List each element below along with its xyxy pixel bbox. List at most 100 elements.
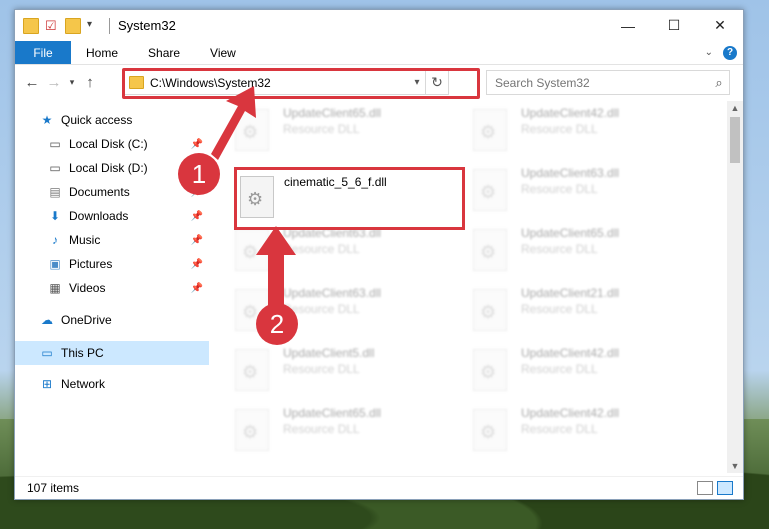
file-item[interactable]: UpdateClient42.dll Resource DLL: [453, 401, 673, 457]
pictures-icon: ▣: [49, 257, 61, 271]
file-type: Resource DLL: [283, 122, 360, 136]
nav-this-pc[interactable]: ▭ This PC: [15, 341, 209, 365]
nav-label: Network: [61, 377, 106, 391]
tab-view[interactable]: View: [195, 46, 251, 60]
pin-icon[interactable]: 📌: [191, 211, 203, 222]
drive-icon: ▭: [49, 137, 61, 151]
nav-quick-access[interactable]: ★ Quick access: [39, 110, 133, 130]
file-name: UpdateClient65.dll: [283, 106, 382, 120]
back-arrow-icon[interactable]: ←: [21, 74, 43, 91]
nav-pictures[interactable]: ▣ Pictures 📌: [47, 254, 207, 274]
file-name: UpdateClient5.dll: [283, 346, 375, 360]
music-icon: ♪: [52, 233, 58, 247]
minimize-button[interactable]: —: [605, 10, 651, 41]
window-controls: — ☐ ✕: [605, 10, 743, 41]
file-name: UpdateClient42.dll: [521, 106, 620, 120]
star-icon: ★: [41, 113, 53, 127]
search-input[interactable]: [487, 74, 709, 91]
up-arrow-icon[interactable]: ↑: [79, 74, 101, 91]
help-icon[interactable]: ?: [723, 45, 737, 60]
folder-icon: [23, 17, 39, 34]
recent-locations-icon[interactable]: ▾: [65, 77, 79, 88]
dll-file-icon: [235, 229, 269, 271]
large-icons-view-icon[interactable]: [717, 481, 733, 495]
file-name: UpdateClient42.dll: [521, 406, 620, 420]
file-item[interactable]: UpdateClient42.dll Resource DLL: [453, 341, 673, 397]
forward-arrow-icon[interactable]: →: [43, 74, 65, 91]
nav-downloads[interactable]: ⬇ Downloads 📌: [47, 206, 207, 226]
search-icon: ⌕: [715, 74, 723, 90]
file-type: Resource DLL: [283, 242, 360, 256]
tab-share[interactable]: Share: [133, 46, 195, 60]
file-item[interactable]: UpdateClient63.dll Resource DLL: [453, 161, 673, 217]
file-highlight-box: [234, 167, 465, 230]
address-highlight-box: [122, 68, 480, 99]
dll-file-icon: [473, 289, 507, 331]
nav-label: This PC: [61, 346, 104, 360]
file-type: Resource DLL: [283, 422, 360, 436]
nav-label: Quick access: [61, 113, 133, 127]
nav-network[interactable]: ⊞ Network: [39, 374, 105, 394]
properties-icon[interactable]: ☑: [45, 18, 59, 33]
status-bar: 107 items: [15, 476, 743, 499]
dll-file-icon: [235, 109, 269, 151]
file-name: UpdateClient65.dll: [283, 406, 382, 420]
maximize-button[interactable]: ☐: [651, 10, 697, 41]
customize-toolbar-icon[interactable]: ▾: [87, 19, 101, 33]
drive-icon: ▭: [49, 161, 61, 175]
dll-file-icon: [473, 349, 507, 391]
pin-icon[interactable]: 📌: [191, 139, 203, 150]
scroll-up-icon[interactable]: ▲: [727, 103, 743, 113]
pin-icon[interactable]: 📌: [191, 283, 203, 294]
file-item[interactable]: UpdateClient65.dll Resource DLL: [215, 401, 435, 457]
download-icon: ⬇: [49, 209, 61, 223]
nav-label: Pictures: [69, 257, 113, 271]
file-name: UpdateClient65.dll: [521, 226, 620, 240]
nav-videos[interactable]: ▦ Videos 📌: [47, 278, 207, 298]
tab-file[interactable]: File: [15, 41, 71, 64]
ribbon-tabs: File Home Share View ⌄ ?: [15, 41, 743, 65]
file-type: Resource DLL: [521, 182, 598, 196]
videos-icon: ▦: [49, 281, 61, 295]
expand-ribbon-icon[interactable]: ⌄: [705, 47, 713, 58]
details-view-icon[interactable]: [697, 481, 713, 495]
item-count: 107 items: [27, 481, 80, 495]
nav-label: Local Disk (C:): [69, 137, 148, 151]
file-item[interactable]: UpdateClient42.dll Resource DLL: [453, 101, 673, 157]
dll-file-icon: [235, 409, 269, 451]
nav-label: Local Disk (D:): [69, 161, 148, 175]
nav-music[interactable]: ♪ Music 📌: [47, 230, 207, 250]
close-button[interactable]: ✕: [697, 10, 743, 41]
dll-file-icon: [473, 409, 507, 451]
documents-icon: ▤: [49, 185, 61, 199]
vertical-scrollbar[interactable]: ▲ ▼: [727, 101, 743, 473]
file-item[interactable]: UpdateClient65.dll Resource DLL: [215, 101, 435, 157]
file-item[interactable]: UpdateClient21.dll Resource DLL: [453, 281, 673, 337]
window-title: System32: [118, 18, 176, 33]
dll-file-icon: [235, 349, 269, 391]
search-box[interactable]: ⌕: [486, 70, 730, 95]
tab-home[interactable]: Home: [71, 46, 133, 60]
navigation-pane: ★ Quick access ▭ Local Disk (C:) 📌 ▭ Loc…: [15, 101, 211, 461]
file-type: Resource DLL: [521, 242, 598, 256]
nav-label: Downloads: [69, 209, 129, 223]
file-type: Resource DLL: [283, 362, 360, 376]
file-type: Resource DLL: [521, 422, 598, 436]
computer-icon: ▭: [41, 346, 53, 360]
file-item[interactable]: UpdateClient5.dll Resource DLL: [215, 341, 435, 397]
scroll-down-icon[interactable]: ▼: [727, 461, 743, 471]
dll-file-icon: [473, 169, 507, 211]
file-item[interactable]: UpdateClient63.dll Resource DLL: [215, 281, 435, 337]
nav-onedrive[interactable]: ☁ OneDrive: [39, 310, 112, 330]
dll-file-icon: [473, 229, 507, 271]
pin-icon[interactable]: 📌: [191, 235, 203, 246]
file-item[interactable]: UpdateClient65.dll Resource DLL: [453, 221, 673, 277]
view-switcher: [697, 481, 733, 495]
new-folder-icon[interactable]: [65, 17, 81, 34]
file-type: Resource DLL: [521, 302, 598, 316]
callout-2: 2: [256, 303, 298, 345]
nav-label: Documents: [69, 185, 130, 199]
scroll-thumb[interactable]: [730, 117, 740, 163]
pin-icon[interactable]: 📌: [191, 259, 203, 270]
nav-local-disk-c[interactable]: ▭ Local Disk (C:) 📌: [47, 134, 207, 154]
